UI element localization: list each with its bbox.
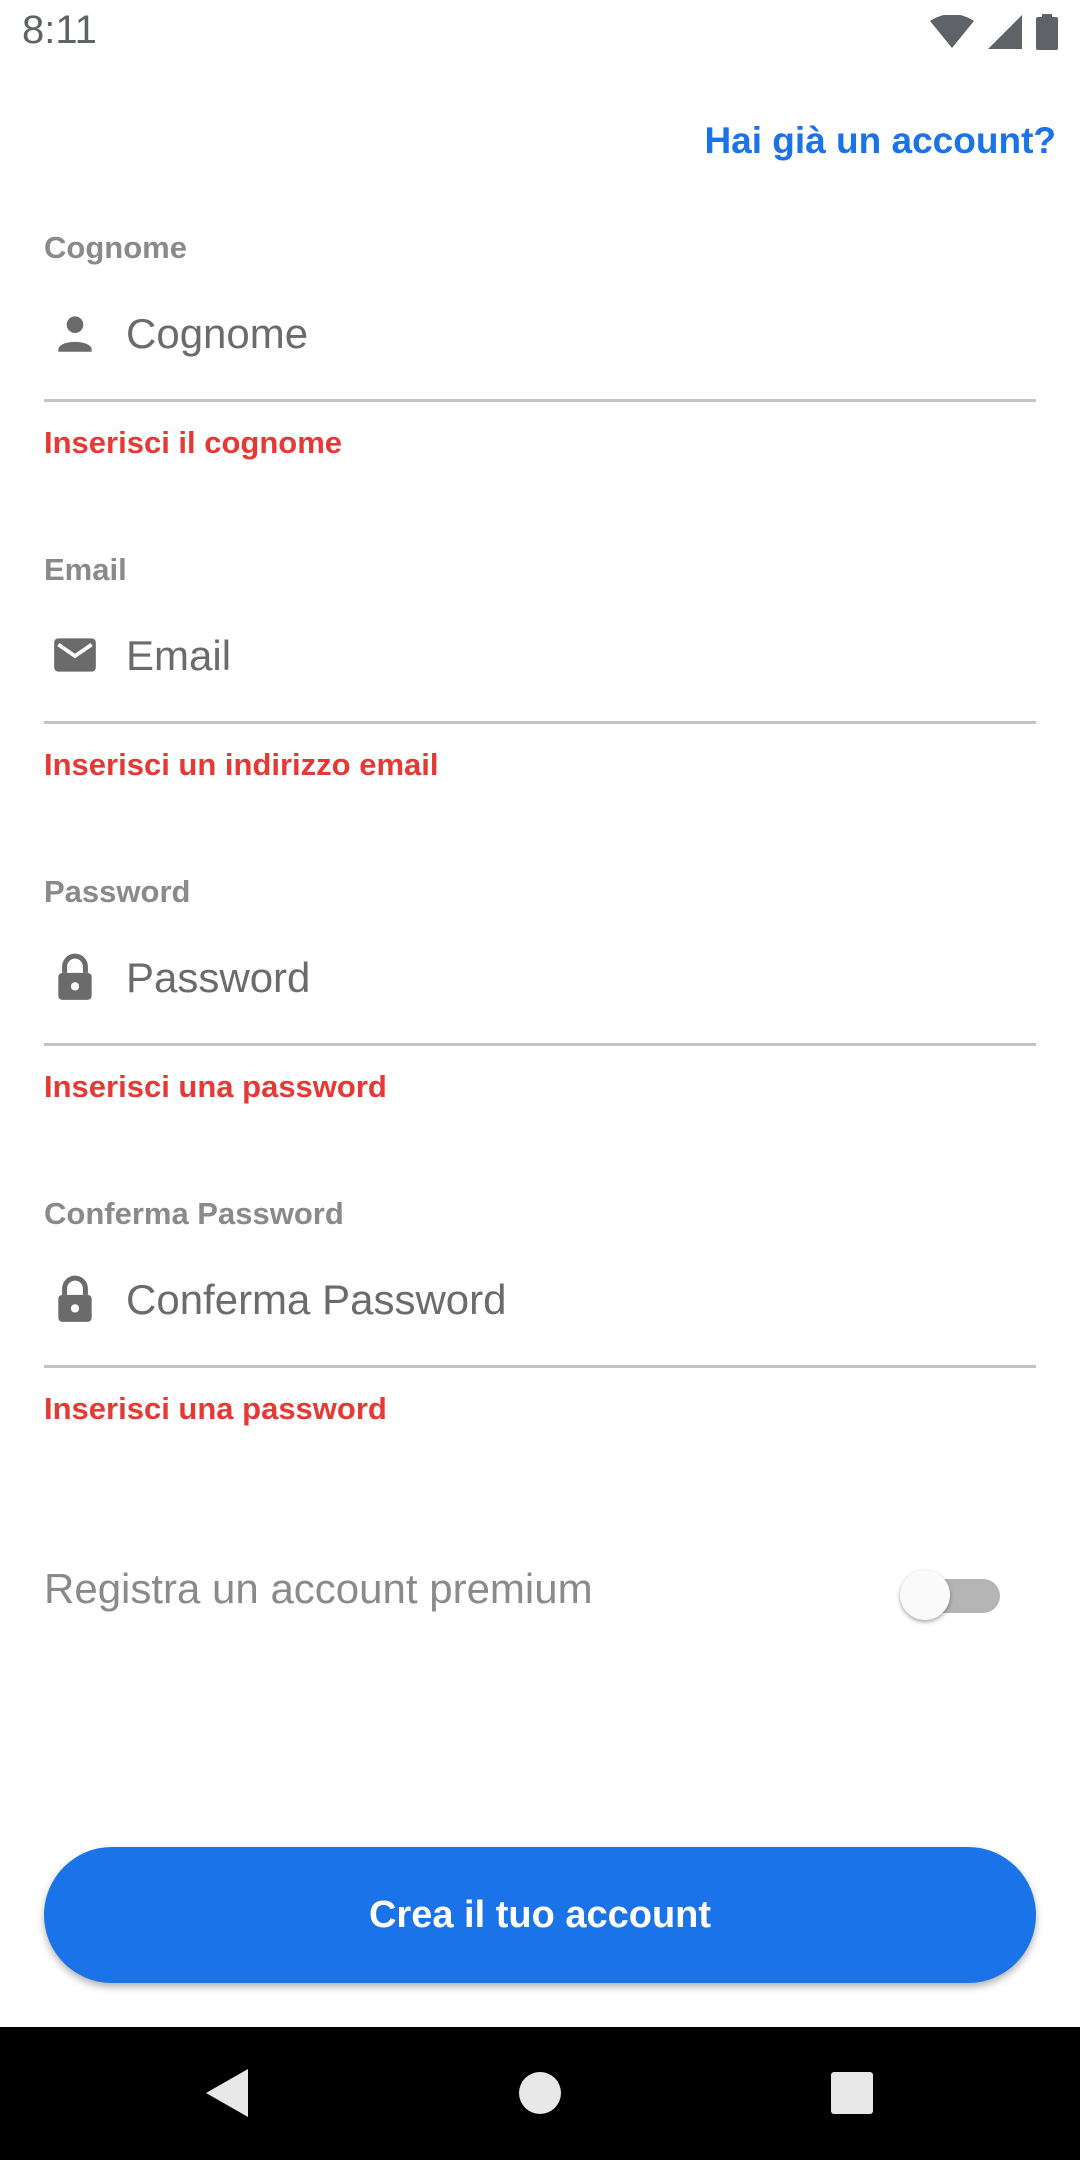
status-time: 8:11 [22, 8, 97, 52]
premium-toggle-switch[interactable] [900, 1570, 1004, 1620]
surname-input[interactable] [126, 299, 1030, 369]
password-label: Password [44, 874, 191, 909]
surname-error: Inserisci il cognome [44, 425, 343, 460]
cellular-signal-icon [988, 15, 1022, 49]
premium-toggle-label: Registra un account premium [44, 1565, 593, 1612]
switch-thumb [900, 1570, 950, 1620]
confirm-password-input[interactable] [126, 1265, 1030, 1335]
lock-icon [58, 1275, 92, 1322]
email-error: Inserisci un indirizzo email [44, 747, 439, 782]
password-error: Inserisci una password [44, 1069, 387, 1104]
email-label: Email [44, 552, 127, 587]
person-icon [58, 316, 92, 352]
login-link[interactable]: Hai già un account? [704, 120, 1056, 162]
home-button[interactable] [510, 2063, 570, 2123]
confirm-password-underline [44, 1365, 1036, 1368]
lock-icon [58, 953, 92, 1000]
system-nav-bar [0, 2027, 1080, 2160]
status-icons [930, 14, 1058, 50]
email-underline [44, 721, 1036, 724]
surname-underline [44, 399, 1036, 402]
create-account-button[interactable]: Crea il tuo account [44, 1847, 1036, 1983]
back-icon [206, 2069, 248, 2117]
password-underline [44, 1043, 1036, 1046]
confirm-password-label: Conferma Password [44, 1196, 344, 1231]
wifi-icon [930, 15, 974, 48]
password-input[interactable] [126, 943, 1030, 1013]
confirm-password-error: Inserisci una password [44, 1391, 387, 1426]
surname-label: Cognome [44, 230, 187, 265]
mail-icon [54, 638, 96, 672]
email-input[interactable] [126, 621, 1030, 691]
battery-icon [1036, 14, 1058, 50]
recents-icon [831, 2072, 873, 2114]
home-icon [519, 2072, 561, 2114]
recents-button[interactable] [822, 2063, 882, 2123]
back-button[interactable] [196, 2063, 256, 2123]
